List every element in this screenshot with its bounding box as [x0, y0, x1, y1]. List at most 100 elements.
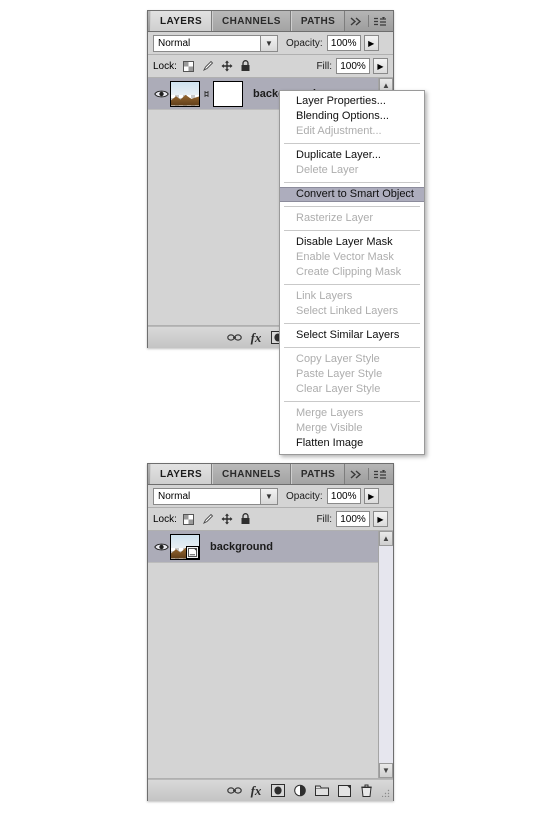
layer-thumbnail[interactable]	[170, 533, 200, 560]
tab-layers[interactable]: LAYERS	[150, 11, 213, 31]
lock-position-icon[interactable]	[220, 59, 234, 73]
layer-row[interactable]: background	[148, 531, 393, 563]
menu-separator	[284, 143, 420, 144]
link-layers-icon[interactable]	[223, 329, 245, 347]
lock-all-icon[interactable]	[239, 59, 253, 73]
menu-item: Delete Layer	[296, 164, 359, 176]
layer-context-menu[interactable]: Layer Properties... Blending Options... Ed…	[279, 90, 425, 455]
delete-layer-icon[interactable]	[355, 782, 377, 800]
tab-label: LAYERS	[160, 15, 203, 27]
collapse-panel-icon[interactable]	[345, 11, 368, 31]
opacity-value: 100%	[330, 37, 357, 49]
lock-all-icon[interactable]	[239, 512, 253, 526]
fill-value: 100%	[340, 513, 366, 525]
tab-label: CHANNELS	[222, 468, 281, 480]
blend-opacity-row: Normal ▼ Opacity: 100% ▶	[148, 485, 393, 508]
menu-separator	[284, 182, 420, 183]
fill-label: Fill:	[316, 60, 332, 72]
tab-paths[interactable]: PATHS	[290, 11, 346, 31]
lock-image-icon[interactable]	[201, 512, 215, 526]
tab-label: LAYERS	[160, 468, 203, 480]
fill-label: Fill:	[316, 513, 332, 525]
chevron-down-icon[interactable]: ▼	[260, 35, 277, 51]
tab-channels[interactable]: CHANNELS	[212, 464, 291, 484]
menu-item[interactable]: Select Similar Layers	[280, 328, 424, 343]
lock-label: Lock:	[153, 60, 177, 72]
opacity-stepper-icon[interactable]: ▶	[363, 488, 379, 504]
menu-item: Select Linked Layers	[296, 305, 399, 317]
lock-image-icon[interactable]	[201, 59, 215, 73]
fill-stepper-icon[interactable]: ▶	[373, 58, 388, 74]
scroll-down-icon[interactable]: ▼	[379, 763, 393, 778]
collapse-panel-icon[interactable]	[345, 464, 368, 484]
menu-item: Merge Visible	[296, 422, 363, 434]
layer-name: background	[210, 540, 273, 553]
menu-item[interactable]: Flatten Image	[280, 436, 424, 451]
blend-mode-value: Normal	[158, 490, 191, 502]
new-group-icon[interactable]	[311, 782, 333, 800]
layer-visibility-toggle[interactable]	[152, 542, 170, 552]
opacity-input[interactable]: 100%	[326, 35, 361, 51]
menu-item[interactable]: Blending Options...	[280, 109, 424, 124]
lock-transparency-icon[interactable]	[182, 59, 196, 73]
link-layers-icon[interactable]	[223, 782, 245, 800]
layer-thumbnail[interactable]	[170, 80, 200, 107]
layer-toolstrip-bottom: fx	[148, 779, 393, 801]
menu-item[interactable]: Convert to Smart Object	[280, 187, 424, 202]
add-layer-style-icon[interactable]: fx	[245, 329, 267, 347]
add-layer-mask-icon[interactable]	[267, 782, 289, 800]
opacity-label: Opacity:	[286, 490, 323, 502]
tab-paths[interactable]: PATHS	[290, 464, 346, 484]
menu-item: Enable Vector Mask	[296, 251, 394, 263]
menu-separator	[284, 230, 420, 231]
chevron-down-icon[interactable]: ▼	[260, 488, 277, 504]
opacity-label: Opacity:	[286, 37, 323, 49]
fill-value: 100%	[340, 60, 366, 72]
menu-separator	[284, 323, 420, 324]
panel-menu-icon[interactable]	[369, 11, 393, 31]
layer-visibility-toggle[interactable]	[152, 89, 170, 99]
new-adjustment-layer-icon[interactable]	[289, 782, 311, 800]
opacity-value: 100%	[330, 490, 357, 502]
menu-separator	[284, 206, 420, 207]
lock-fill-row: Lock: Fill: 100% ▶	[148, 508, 393, 531]
blend-mode-select[interactable]: Normal ▼	[153, 487, 278, 505]
layer-mask-thumbnail[interactable]	[213, 80, 243, 107]
tab-label: PATHS	[300, 15, 336, 27]
layers-panel-bottom: LAYERS CHANNELS PATHS Normal ▼ Opacity: …	[147, 463, 394, 801]
mask-link-icon[interactable]	[200, 89, 213, 99]
panel-tabbar: LAYERS CHANNELS PATHS	[148, 11, 393, 32]
tab-channels[interactable]: CHANNELS	[212, 11, 291, 31]
lock-label: Lock:	[153, 513, 177, 525]
lock-transparency-icon[interactable]	[182, 512, 196, 526]
add-layer-style-icon[interactable]: fx	[245, 782, 267, 800]
opacity-input[interactable]: 100%	[326, 488, 361, 504]
thumbnail-sky	[171, 81, 199, 95]
menu-item[interactable]: Disable Layer Mask	[280, 235, 424, 250]
layer-list-scrollbar[interactable]: ▲ ▼	[378, 531, 393, 778]
menu-item: Clear Layer Style	[296, 383, 381, 395]
panel-tabbar: LAYERS CHANNELS PATHS	[148, 464, 393, 485]
opacity-stepper-icon[interactable]: ▶	[363, 35, 379, 51]
new-layer-icon[interactable]	[333, 782, 355, 800]
resize-grip-icon[interactable]	[382, 789, 390, 797]
scroll-up-icon[interactable]: ▲	[379, 531, 393, 546]
thumbnail-hill	[171, 94, 199, 106]
menu-item: Link Layers	[296, 290, 353, 302]
blend-opacity-row: Normal ▼ Opacity: 100% ▶	[148, 32, 393, 55]
lock-position-icon[interactable]	[220, 512, 234, 526]
menu-item: Merge Layers	[296, 407, 364, 419]
fill-input[interactable]: 100%	[336, 58, 370, 74]
fill-input[interactable]: 100%	[336, 511, 370, 527]
blend-mode-value: Normal	[158, 37, 191, 49]
fill-stepper-icon[interactable]: ▶	[373, 511, 388, 527]
tab-layers[interactable]: LAYERS	[150, 464, 213, 484]
menu-item[interactable]: Duplicate Layer...	[280, 148, 424, 163]
panel-menu-icon[interactable]	[369, 464, 393, 484]
blend-mode-select[interactable]: Normal ▼	[153, 34, 278, 52]
menu-item: Edit Adjustment...	[296, 125, 382, 137]
menu-item[interactable]: Layer Properties...	[280, 94, 424, 109]
menu-separator	[284, 284, 420, 285]
menu-item: Copy Layer Style	[296, 353, 380, 365]
tab-label: PATHS	[300, 468, 336, 480]
